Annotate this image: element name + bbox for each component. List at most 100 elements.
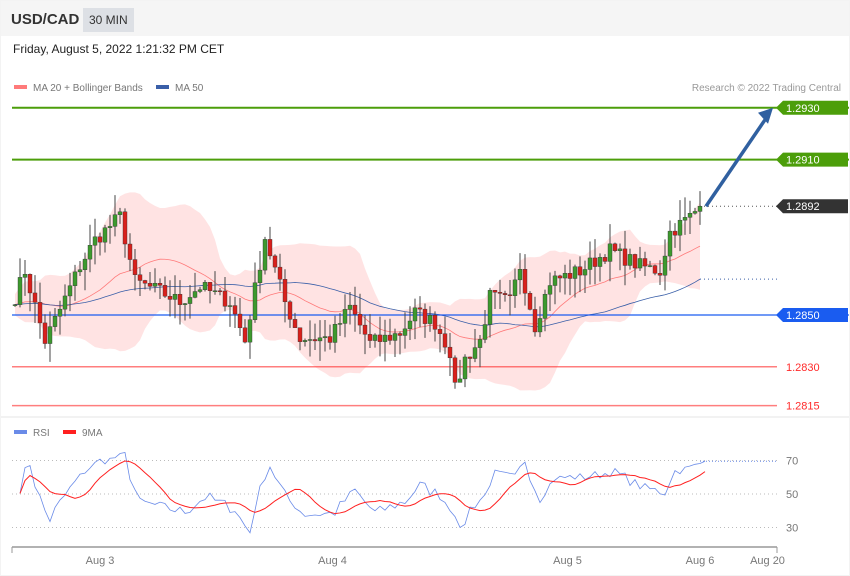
candle-body — [232, 305, 238, 315]
candle-body — [602, 257, 608, 262]
candle-body — [267, 239, 273, 257]
candle-body — [77, 269, 83, 273]
candle-body — [487, 290, 493, 325]
candle-body — [507, 294, 513, 296]
candle-body — [607, 243, 613, 262]
candle-body — [292, 319, 298, 328]
candle-body — [452, 357, 458, 383]
bollinger-bands — [15, 192, 700, 391]
candle — [17, 258, 23, 308]
candle-body — [282, 279, 288, 303]
level-label: 1.2815 — [786, 401, 820, 413]
candle-body — [642, 258, 648, 267]
candle-body — [442, 333, 448, 348]
candle-body — [247, 319, 253, 343]
candle-body — [347, 304, 353, 310]
candle-body — [572, 266, 578, 279]
candle-body — [417, 307, 423, 310]
rsi-legend: RSI 9MA — [14, 428, 103, 439]
candle-body — [467, 356, 473, 359]
candle — [527, 291, 533, 311]
candle-body — [692, 211, 698, 214]
level-label: 1.2850 — [786, 310, 820, 322]
forecast-arrow-shaft — [704, 118, 767, 208]
time-axis: Aug 3 Aug 4 Aug 5 Aug 6 Aug 20 — [11, 546, 785, 567]
candle-body — [287, 301, 293, 320]
candle-body — [82, 258, 88, 270]
candle-body — [337, 323, 343, 325]
level-label: 1.2930 — [786, 103, 820, 115]
rsi-ma-line — [19, 460, 706, 515]
candle-body — [197, 289, 203, 292]
candle-body — [612, 243, 618, 251]
candle-body — [217, 290, 223, 292]
candle-body — [532, 309, 538, 333]
level-label: 1.2910 — [786, 155, 820, 167]
ma50-legend-label: MA 50 — [175, 83, 204, 94]
candle-body — [362, 324, 368, 335]
candle-body — [462, 356, 468, 380]
candle-body — [317, 337, 323, 342]
candle-body — [92, 236, 98, 246]
candle-body — [67, 285, 73, 297]
candle-body — [342, 309, 348, 324]
time-tick-label: Aug 6 — [686, 555, 715, 567]
candle-body — [132, 259, 138, 275]
candle-body — [397, 333, 403, 336]
candle-body — [107, 226, 113, 228]
candle-body — [227, 305, 233, 307]
candle-body — [562, 273, 568, 279]
candle-body — [162, 285, 168, 297]
copyright: Research © 2022 Trading Central — [692, 83, 841, 94]
rsi-panel: 70 50 30 — [12, 452, 798, 535]
candle-body — [122, 211, 128, 245]
candle-body — [12, 304, 18, 306]
candle-body — [517, 269, 523, 281]
chart-widget: USD/CAD 30 MIN Friday, August 5, 2022 1:… — [1, 1, 849, 575]
candle-body — [497, 291, 503, 294]
candle-body — [102, 227, 108, 243]
candle-body — [117, 211, 123, 215]
candle-body — [187, 297, 193, 304]
candle-body — [242, 327, 248, 343]
candle-body — [667, 230, 673, 257]
candle-body — [97, 236, 103, 243]
candle-body — [617, 248, 623, 251]
forecast-arrow — [704, 107, 773, 208]
candle-body — [407, 320, 413, 330]
candle-body — [262, 239, 268, 271]
candle-body — [332, 324, 338, 343]
candle-body — [377, 334, 383, 342]
candle-body — [72, 271, 78, 286]
candle-body — [177, 294, 183, 305]
candle-body — [477, 339, 483, 348]
candle-body — [432, 315, 438, 330]
candle-body — [447, 346, 453, 359]
candle-body — [272, 255, 278, 268]
rsi-line — [19, 452, 706, 534]
candle-body — [52, 316, 58, 327]
candle — [612, 242, 618, 253]
ma20-legend-label: MA 20 + Bollinger Bands — [33, 83, 143, 94]
candle-body — [327, 336, 333, 343]
candle-body — [157, 283, 163, 286]
candle-body — [632, 254, 638, 269]
candle-body — [597, 257, 603, 267]
candle-body — [387, 334, 393, 341]
rsi-tick-label: 50 — [786, 489, 798, 501]
bollinger-band-area — [15, 192, 700, 391]
candle-body — [222, 290, 228, 307]
candle-body — [382, 334, 388, 342]
candle-body — [172, 294, 178, 300]
candle — [267, 226, 273, 260]
time-tick-label: Aug 20 — [750, 555, 785, 567]
ma50-legend-swatch — [156, 85, 169, 89]
candle-body — [402, 328, 408, 336]
candle-body — [127, 243, 133, 260]
candle-body — [552, 275, 558, 286]
candle-body — [307, 339, 313, 341]
candle-body — [192, 291, 198, 298]
candle-body — [682, 217, 688, 221]
candle-body — [657, 273, 663, 276]
rsi-legend-label: RSI — [33, 428, 50, 439]
